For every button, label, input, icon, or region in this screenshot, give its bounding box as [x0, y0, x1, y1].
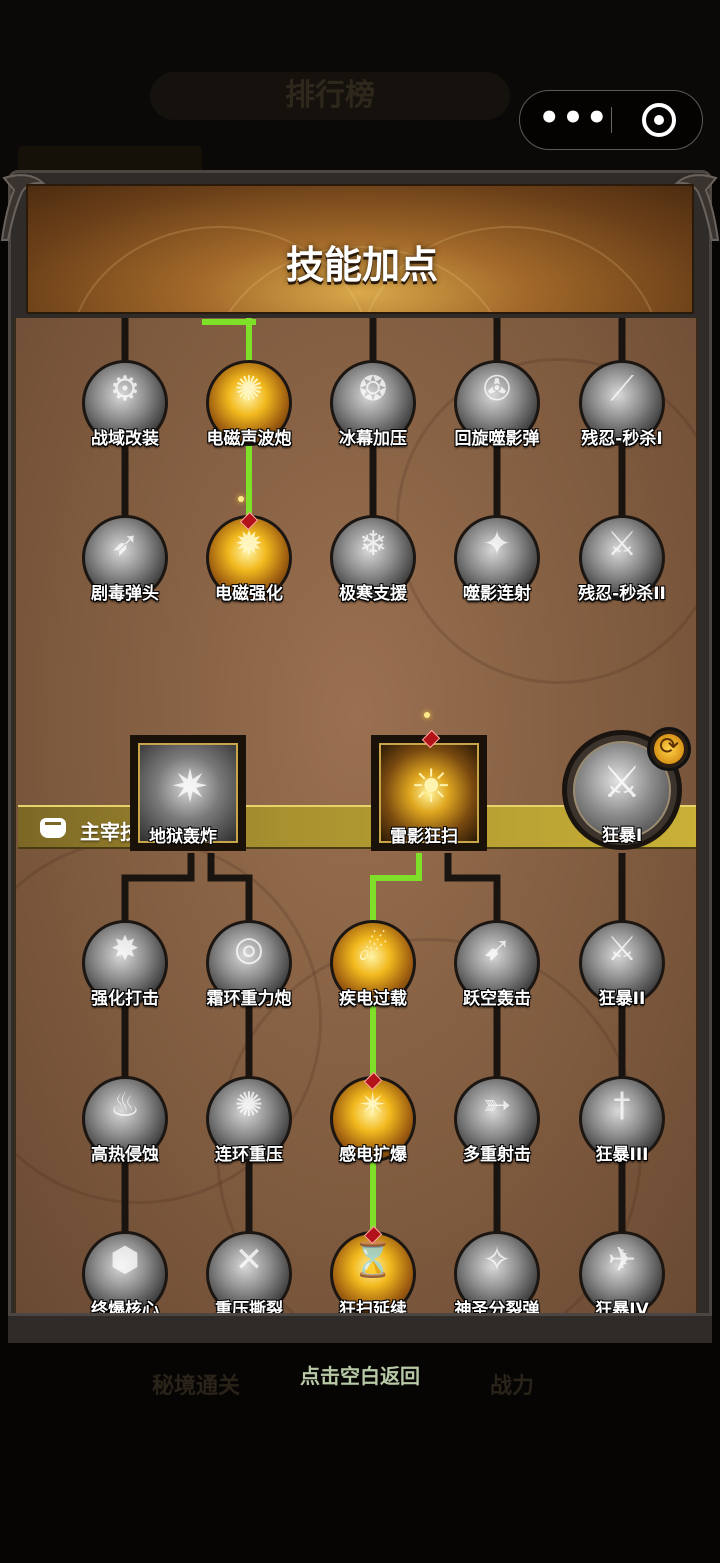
skill-node-learned[interactable]: ☄ 疾电过载 [330, 920, 416, 1009]
level-gem-icon [424, 730, 438, 748]
rage-icon: ✈ [607, 1240, 637, 1280]
skill-node[interactable]: ✕ 重压撕裂 [206, 1231, 292, 1320]
skill-node[interactable]: ⚔ 残忍-秒杀II [578, 515, 666, 604]
core-blast-icon: ⬢ [110, 1240, 140, 1280]
sparkle-icon [424, 712, 430, 718]
skill-node[interactable]: ➳ 多重射击 [454, 1076, 540, 1165]
skill-node[interactable]: ➶ 剧毒弹头 [82, 515, 168, 604]
overload-icon: ☄ [357, 929, 389, 969]
skill-node[interactable]: ⚙ 战域改装 [82, 360, 168, 449]
swap-skill-button[interactable] [647, 727, 691, 771]
skill-node[interactable]: ♨ 高热侵蚀 [82, 1076, 168, 1165]
skill-node[interactable]: ➹ 跃空轰击 [454, 920, 540, 1009]
spiral-shadow-icon: ✇ [482, 369, 512, 409]
ultimate-skill-node[interactable]: ⚔ 狂暴I [562, 727, 691, 850]
sonic-cannon-icon: ✺ [234, 369, 264, 409]
skill-label: 狂暴II [598, 989, 646, 1009]
skill-node[interactable]: ◎ 霜环重力炮 [206, 920, 292, 1009]
explosion-icon: ✷ [170, 759, 210, 813]
slash-icon: ⟋ [610, 369, 634, 409]
tank-icon: ⚙ [109, 369, 141, 409]
ice-vortex-icon: ❂ [358, 369, 388, 409]
skill-label: 狂暴I [601, 826, 643, 846]
electric-blast-icon: ✴ [358, 1085, 388, 1125]
rend-icon: ✕ [234, 1240, 264, 1280]
sword-icon: ⚔ [606, 929, 638, 969]
tap-blank-to-return[interactable]: 点击空白返回 [0, 1360, 720, 1389]
skill-label: 残忍-秒杀II [578, 584, 666, 604]
shadow-burst-icon: ✦ [482, 524, 512, 564]
skill-node-learned[interactable]: ✺ 电磁声波炮 [206, 360, 292, 449]
more-options-icon[interactable]: ••• [538, 91, 610, 149]
multi-shot-icon: ➳ [482, 1085, 512, 1125]
frost-ring-icon: ◎ [234, 929, 264, 969]
holy-split-icon: ✧ [482, 1240, 512, 1280]
poison-warhead-icon: ➶ [110, 524, 140, 564]
strike-icon: ✸ [110, 929, 140, 969]
refresh-icon [654, 732, 684, 764]
modal-frame-bottom-edge [8, 1313, 712, 1343]
skill-node[interactable]: ⬢ 终爆核心 [82, 1231, 168, 1320]
skill-node[interactable]: ✺ 连环重压 [206, 1076, 292, 1165]
level-gem-icon [366, 1226, 380, 1244]
skill-label: 狂暴III [595, 1145, 649, 1165]
skill-node[interactable]: ✸ 强化打击 [82, 920, 168, 1009]
background-title: 排行榜 [150, 72, 510, 120]
air-strike-icon: ➹ [482, 929, 512, 969]
skill-label: 雷影狂扫 [390, 827, 458, 847]
skill-label: 残忍-秒杀I [581, 429, 663, 449]
skill-node[interactable]: ✈ 狂暴IV [579, 1231, 665, 1320]
sparkle-icon [238, 496, 244, 502]
ultimate-skill-node[interactable]: ✷ 地狱轰炸 [130, 735, 246, 851]
dagger-icon: † [613, 1085, 631, 1125]
crystal-blade-icon: ⚔ [606, 524, 638, 564]
skill-node[interactable]: ❂ 冰幕加压 [330, 360, 416, 449]
chain-pressure-icon: ✺ [234, 1085, 264, 1125]
level-gem-icon [366, 1072, 380, 1090]
fist-icon [40, 818, 66, 838]
sun-blade-icon: ☀ [410, 759, 452, 813]
level-gem-icon [242, 512, 256, 530]
skill-node[interactable]: ❄ 极寒支援 [330, 515, 416, 604]
flame-icon: ♨ [109, 1085, 141, 1125]
capsule-divider [611, 107, 612, 133]
skill-node[interactable]: † 狂暴III [579, 1076, 665, 1165]
modal-title: 技能加点 [285, 243, 438, 287]
close-miniprogram-icon[interactable] [642, 103, 676, 137]
skill-node[interactable]: ⚔ 狂暴II [579, 920, 665, 1009]
skill-node[interactable]: ✦ 噬影连射 [454, 515, 540, 604]
hourglass-icon: ⌛ [351, 1240, 395, 1280]
frost-support-icon: ❄ [358, 524, 388, 564]
skill-node[interactable]: ⟋ 残忍-秒杀I [579, 360, 665, 449]
skill-node[interactable]: ✇ 回旋噬影弹 [454, 360, 540, 449]
ultimate-skill-node-learned[interactable]: ☀ 雷影狂扫 [371, 735, 487, 851]
skill-label: 地狱轰炸 [149, 827, 217, 847]
modal-header: 技能加点 [26, 184, 694, 314]
skill-node[interactable]: ✧ 神圣分裂弹 [454, 1231, 540, 1320]
miniprogram-capsule: ••• [519, 90, 703, 150]
electro-boost-icon: ✹ [234, 524, 264, 564]
